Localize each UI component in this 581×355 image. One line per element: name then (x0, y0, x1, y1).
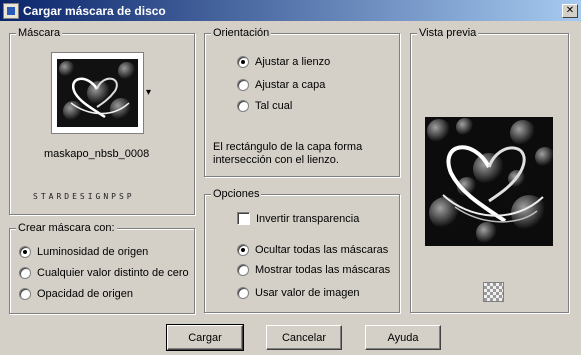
radio-mostrar-mascaras[interactable]: Mostrar todas las máscaras (237, 264, 390, 276)
invertir-transparencia-checkbox[interactable]: Invertir transparencia (237, 212, 359, 225)
radio-label: Ajustar a lienzo (255, 56, 331, 68)
mask-file-name: maskapo_nbsb_0008 (44, 148, 150, 160)
radio-ajustar-lienzo[interactable]: Ajustar a lienzo (237, 56, 330, 68)
radio-ocultar-mascaras[interactable]: Ocultar todas las máscaras (237, 244, 388, 256)
radio-label: Ocultar todas las máscaras (255, 244, 389, 256)
radio-label: Cualquier valor distinto de cero (37, 267, 189, 279)
cancelar-button[interactable]: Cancelar (266, 325, 342, 350)
radio-usar-valor-imagen[interactable]: Usar valor de imagen (237, 287, 360, 299)
mask-credit-text: STARDESIGNPSP (33, 192, 135, 201)
mask-thumbnail-frame[interactable] (51, 52, 144, 134)
radio-label: Tal cual (255, 100, 293, 112)
mask-heart-image (57, 59, 138, 127)
preview-image (425, 117, 553, 246)
title-bar: Cargar máscara de disco ✕ (0, 0, 581, 21)
radio-label: Luminosidad de origen (37, 246, 149, 258)
checkbox-box (237, 212, 250, 225)
checkbox-label: Invertir transparencia (256, 212, 360, 225)
app-icon (3, 2, 19, 19)
mask-dropdown-arrow[interactable]: ▾ (146, 87, 151, 98)
radio-tal-cual[interactable]: Tal cual (237, 100, 292, 112)
radio-label: Usar valor de imagen (255, 287, 360, 299)
radio-circle (19, 288, 31, 300)
radio-circle (19, 267, 31, 279)
radio-circle (237, 244, 249, 256)
preview-heart-image (425, 117, 553, 246)
close-button[interactable]: ✕ (562, 3, 578, 18)
mask-thumbnail (57, 59, 138, 127)
transparency-toggle-icon[interactable] (483, 282, 504, 302)
radio-label: Opacidad de origen (37, 288, 134, 300)
radio-label: Ajustar a capa (255, 79, 326, 91)
vista-previa-legend: Vista previa (417, 27, 479, 40)
radio-circle (237, 79, 249, 91)
radio-circle (237, 56, 249, 68)
cargar-button[interactable]: Cargar (166, 324, 244, 351)
radio-circle (237, 264, 249, 276)
radio-circle (237, 100, 249, 112)
orientacion-legend: Orientación (211, 27, 272, 40)
radio-opacidad[interactable]: Opacidad de origen (19, 288, 133, 300)
opciones-legend: Opciones (211, 188, 262, 201)
radio-circle (19, 246, 31, 258)
orientacion-description: El rectángulo de la capa forma intersecc… (213, 141, 363, 166)
window-title: Cargar máscara de disco (23, 3, 166, 18)
radio-cualquier-valor[interactable]: Cualquier valor distinto de cero (19, 267, 189, 279)
radio-label: Mostrar todas las máscaras (255, 264, 391, 276)
ayuda-button[interactable]: Ayuda (365, 325, 441, 350)
radio-circle (237, 287, 249, 299)
mascara-legend: Máscara (16, 27, 63, 40)
crear-mascara-legend: Crear máscara con: (16, 222, 117, 235)
radio-luminosidad[interactable]: Luminosidad de origen (19, 246, 148, 258)
radio-ajustar-capa[interactable]: Ajustar a capa (237, 79, 325, 91)
